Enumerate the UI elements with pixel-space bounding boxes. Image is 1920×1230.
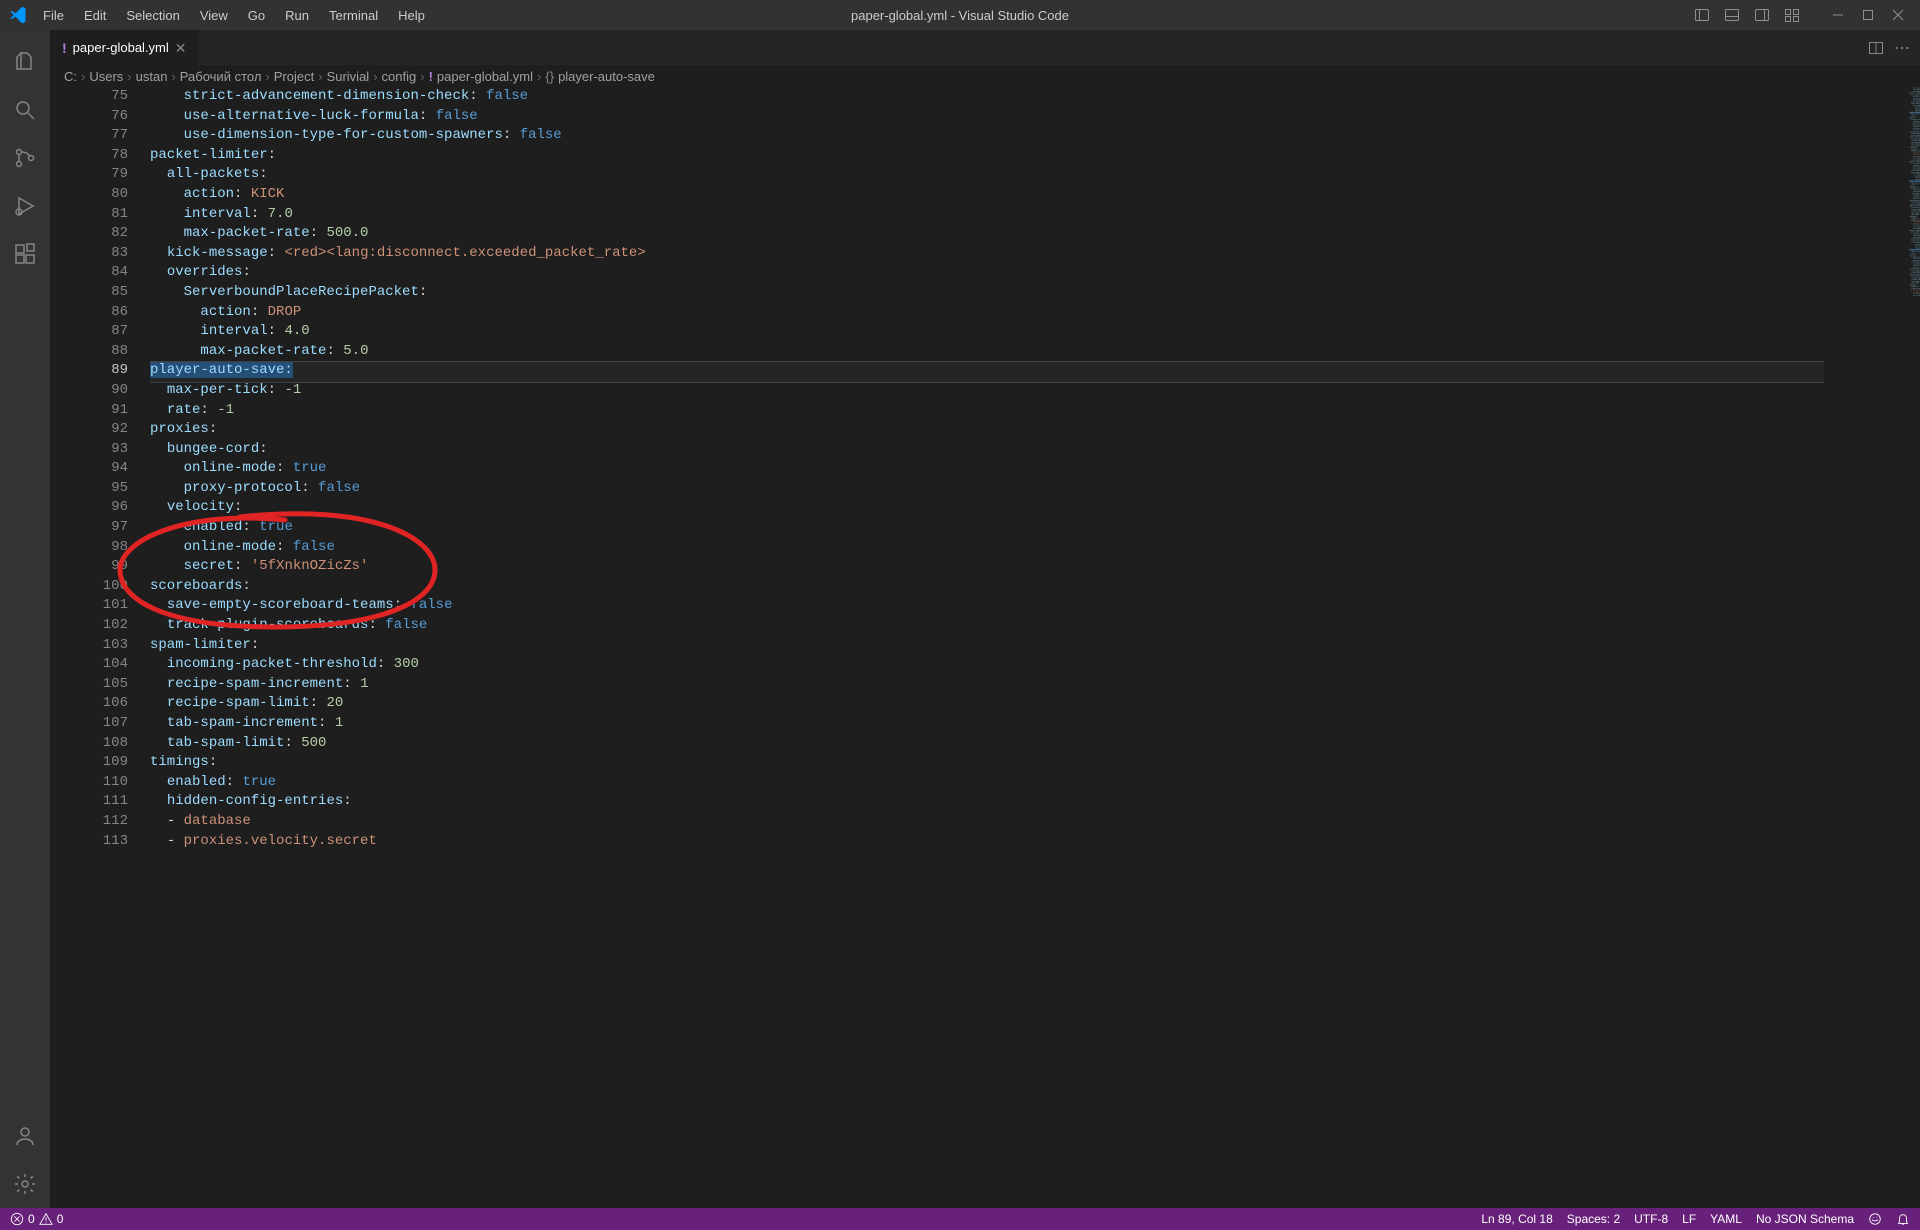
cursor-position[interactable]: Ln 89, Col 18 bbox=[1481, 1212, 1552, 1226]
menu-run[interactable]: Run bbox=[276, 4, 318, 27]
code-line-94[interactable]: online-mode: true bbox=[150, 459, 1920, 479]
breadcrumb-segment[interactable]: Рабочий стол bbox=[180, 69, 262, 84]
code-line-78[interactable]: packet-limiter: bbox=[150, 146, 1920, 166]
code-line-82[interactable]: max-packet-rate: 500.0 bbox=[150, 224, 1920, 244]
tab-bar: ! paper-global.yml ✕ ⋯ bbox=[50, 30, 1920, 65]
yaml-file-icon: ! bbox=[62, 40, 67, 56]
breadcrumb-segment[interactable]: C: bbox=[64, 69, 77, 84]
code-line-83[interactable]: kick-message: <red><lang:disconnect.exce… bbox=[150, 244, 1920, 264]
extensions-icon[interactable] bbox=[0, 230, 50, 278]
code-line-79[interactable]: all-packets: bbox=[150, 165, 1920, 185]
menu-terminal[interactable]: Terminal bbox=[320, 4, 387, 27]
breadcrumbs[interactable]: C:›Users›ustan›Рабочий стол›Project›Suri… bbox=[50, 65, 1920, 87]
window-title: paper-global.yml - Visual Studio Code bbox=[851, 8, 1069, 23]
code-line-89[interactable]: player-auto-save: bbox=[150, 361, 1920, 381]
code-line-87[interactable]: interval: 4.0 bbox=[150, 322, 1920, 342]
code-line-86[interactable]: action: DROP bbox=[150, 303, 1920, 323]
code-line-85[interactable]: ServerboundPlaceRecipePacket: bbox=[150, 283, 1920, 303]
code-line-77[interactable]: use-dimension-type-for-custom-spawners: … bbox=[150, 126, 1920, 146]
breadcrumb-segment[interactable]: Users bbox=[89, 69, 123, 84]
code-line-102[interactable]: track-plugin-scoreboards: false bbox=[150, 616, 1920, 636]
source-control-icon[interactable] bbox=[0, 134, 50, 182]
code-line-96[interactable]: velocity: bbox=[150, 498, 1920, 518]
code-line-90[interactable]: max-per-tick: -1 bbox=[150, 381, 1920, 401]
code-line-113[interactable]: - proxies.velocity.secret bbox=[150, 832, 1920, 852]
code-line-106[interactable]: recipe-spam-limit: 20 bbox=[150, 694, 1920, 714]
code-line-93[interactable]: bungee-cord: bbox=[150, 440, 1920, 460]
code-line-108[interactable]: tab-spam-limit: 500 bbox=[150, 734, 1920, 754]
breadcrumb-file[interactable]: ! paper-global.yml bbox=[429, 69, 533, 84]
run-debug-icon[interactable] bbox=[0, 182, 50, 230]
more-actions-icon[interactable]: ⋯ bbox=[1894, 38, 1910, 58]
split-editor-icon[interactable] bbox=[1868, 40, 1884, 56]
menu-help[interactable]: Help bbox=[389, 4, 434, 27]
menu-edit[interactable]: Edit bbox=[75, 4, 115, 27]
toggle-panel-left-icon[interactable] bbox=[1688, 1, 1716, 29]
explorer-icon[interactable] bbox=[0, 38, 50, 86]
indentation[interactable]: Spaces: 2 bbox=[1567, 1212, 1620, 1226]
code-line-107[interactable]: tab-spam-increment: 1 bbox=[150, 714, 1920, 734]
activity-bar bbox=[0, 30, 50, 1208]
customize-layout-icon[interactable] bbox=[1778, 1, 1806, 29]
feedback-icon[interactable] bbox=[1868, 1212, 1882, 1226]
settings-gear-icon[interactable] bbox=[0, 1160, 50, 1208]
code-line-95[interactable]: proxy-protocol: false bbox=[150, 479, 1920, 499]
code-line-84[interactable]: overrides: bbox=[150, 263, 1920, 283]
code-line-112[interactable]: - database bbox=[150, 812, 1920, 832]
eol[interactable]: LF bbox=[1682, 1212, 1696, 1226]
tab-paper-global[interactable]: ! paper-global.yml ✕ bbox=[50, 30, 200, 65]
window-minimize-icon[interactable] bbox=[1824, 1, 1852, 29]
code-line-104[interactable]: incoming-packet-threshold: 300 bbox=[150, 655, 1920, 675]
code-content[interactable]: strict-advancement-dimension-check: fals… bbox=[150, 87, 1920, 1208]
menu-selection[interactable]: Selection bbox=[117, 4, 188, 27]
code-line-103[interactable]: spam-limiter: bbox=[150, 636, 1920, 656]
status-bar: 0 0 Ln 89, Col 18 Spaces: 2 UTF-8 LF YAM… bbox=[0, 1208, 1920, 1230]
code-line-111[interactable]: hidden-config-entries: bbox=[150, 792, 1920, 812]
tab-label: paper-global.yml bbox=[73, 40, 169, 55]
code-line-88[interactable]: max-packet-rate: 5.0 bbox=[150, 342, 1920, 362]
menu-go[interactable]: Go bbox=[239, 4, 274, 27]
tab-close-icon[interactable]: ✕ bbox=[175, 41, 187, 55]
code-line-101[interactable]: save-empty-scoreboard-teams: false bbox=[150, 596, 1920, 616]
language-mode[interactable]: YAML bbox=[1710, 1212, 1742, 1226]
code-line-76[interactable]: use-alternative-luck-formula: false bbox=[150, 107, 1920, 127]
menu-bar: FileEditSelectionViewGoRunTerminalHelp bbox=[34, 4, 434, 27]
accounts-icon[interactable] bbox=[0, 1112, 50, 1160]
code-line-80[interactable]: action: KICK bbox=[150, 185, 1920, 205]
code-line-105[interactable]: recipe-spam-increment: 1 bbox=[150, 675, 1920, 695]
code-line-92[interactable]: proxies: bbox=[150, 420, 1920, 440]
code-line-98[interactable]: online-mode: false bbox=[150, 538, 1920, 558]
window-maximize-icon[interactable] bbox=[1854, 1, 1882, 29]
code-line-91[interactable]: rate: -1 bbox=[150, 401, 1920, 421]
code-line-99[interactable]: secret: '5fXnknOZicZs' bbox=[150, 557, 1920, 577]
toggle-panel-right-icon[interactable] bbox=[1748, 1, 1776, 29]
window-close-icon[interactable] bbox=[1884, 1, 1912, 29]
search-icon[interactable] bbox=[0, 86, 50, 134]
notifications-icon[interactable] bbox=[1896, 1212, 1910, 1226]
code-line-100[interactable]: scoreboards: bbox=[150, 577, 1920, 597]
title-controls bbox=[1688, 1, 1912, 29]
json-schema[interactable]: No JSON Schema bbox=[1756, 1212, 1854, 1226]
breadcrumb-segment[interactable]: Surivial bbox=[327, 69, 370, 84]
menu-view[interactable]: View bbox=[191, 4, 237, 27]
line-number-gutter: 7576777879808182838485868788899091929394… bbox=[50, 87, 150, 1208]
code-line-109[interactable]: timings: bbox=[150, 753, 1920, 773]
code-line-75[interactable]: strict-advancement-dimension-check: fals… bbox=[150, 87, 1920, 107]
toggle-panel-bottom-icon[interactable] bbox=[1718, 1, 1746, 29]
breadcrumb-segment[interactable]: Project bbox=[274, 69, 314, 84]
editor[interactable]: 7576777879808182838485868788899091929394… bbox=[50, 87, 1920, 1208]
vscode-logo-icon bbox=[8, 5, 28, 25]
code-line-81[interactable]: interval: 7.0 bbox=[150, 205, 1920, 225]
code-line-97[interactable]: enabled: true bbox=[150, 518, 1920, 538]
breadcrumb-segment[interactable]: config bbox=[382, 69, 417, 84]
menu-file[interactable]: File bbox=[34, 4, 73, 27]
breadcrumb-segment[interactable]: ustan bbox=[136, 69, 168, 84]
title-bar: FileEditSelectionViewGoRunTerminalHelp p… bbox=[0, 0, 1920, 30]
breadcrumb-symbol[interactable]: {} player-auto-save bbox=[545, 69, 655, 84]
errors-warnings[interactable]: 0 0 bbox=[10, 1212, 63, 1226]
code-line-110[interactable]: enabled: true bbox=[150, 773, 1920, 793]
encoding[interactable]: UTF-8 bbox=[1634, 1212, 1668, 1226]
